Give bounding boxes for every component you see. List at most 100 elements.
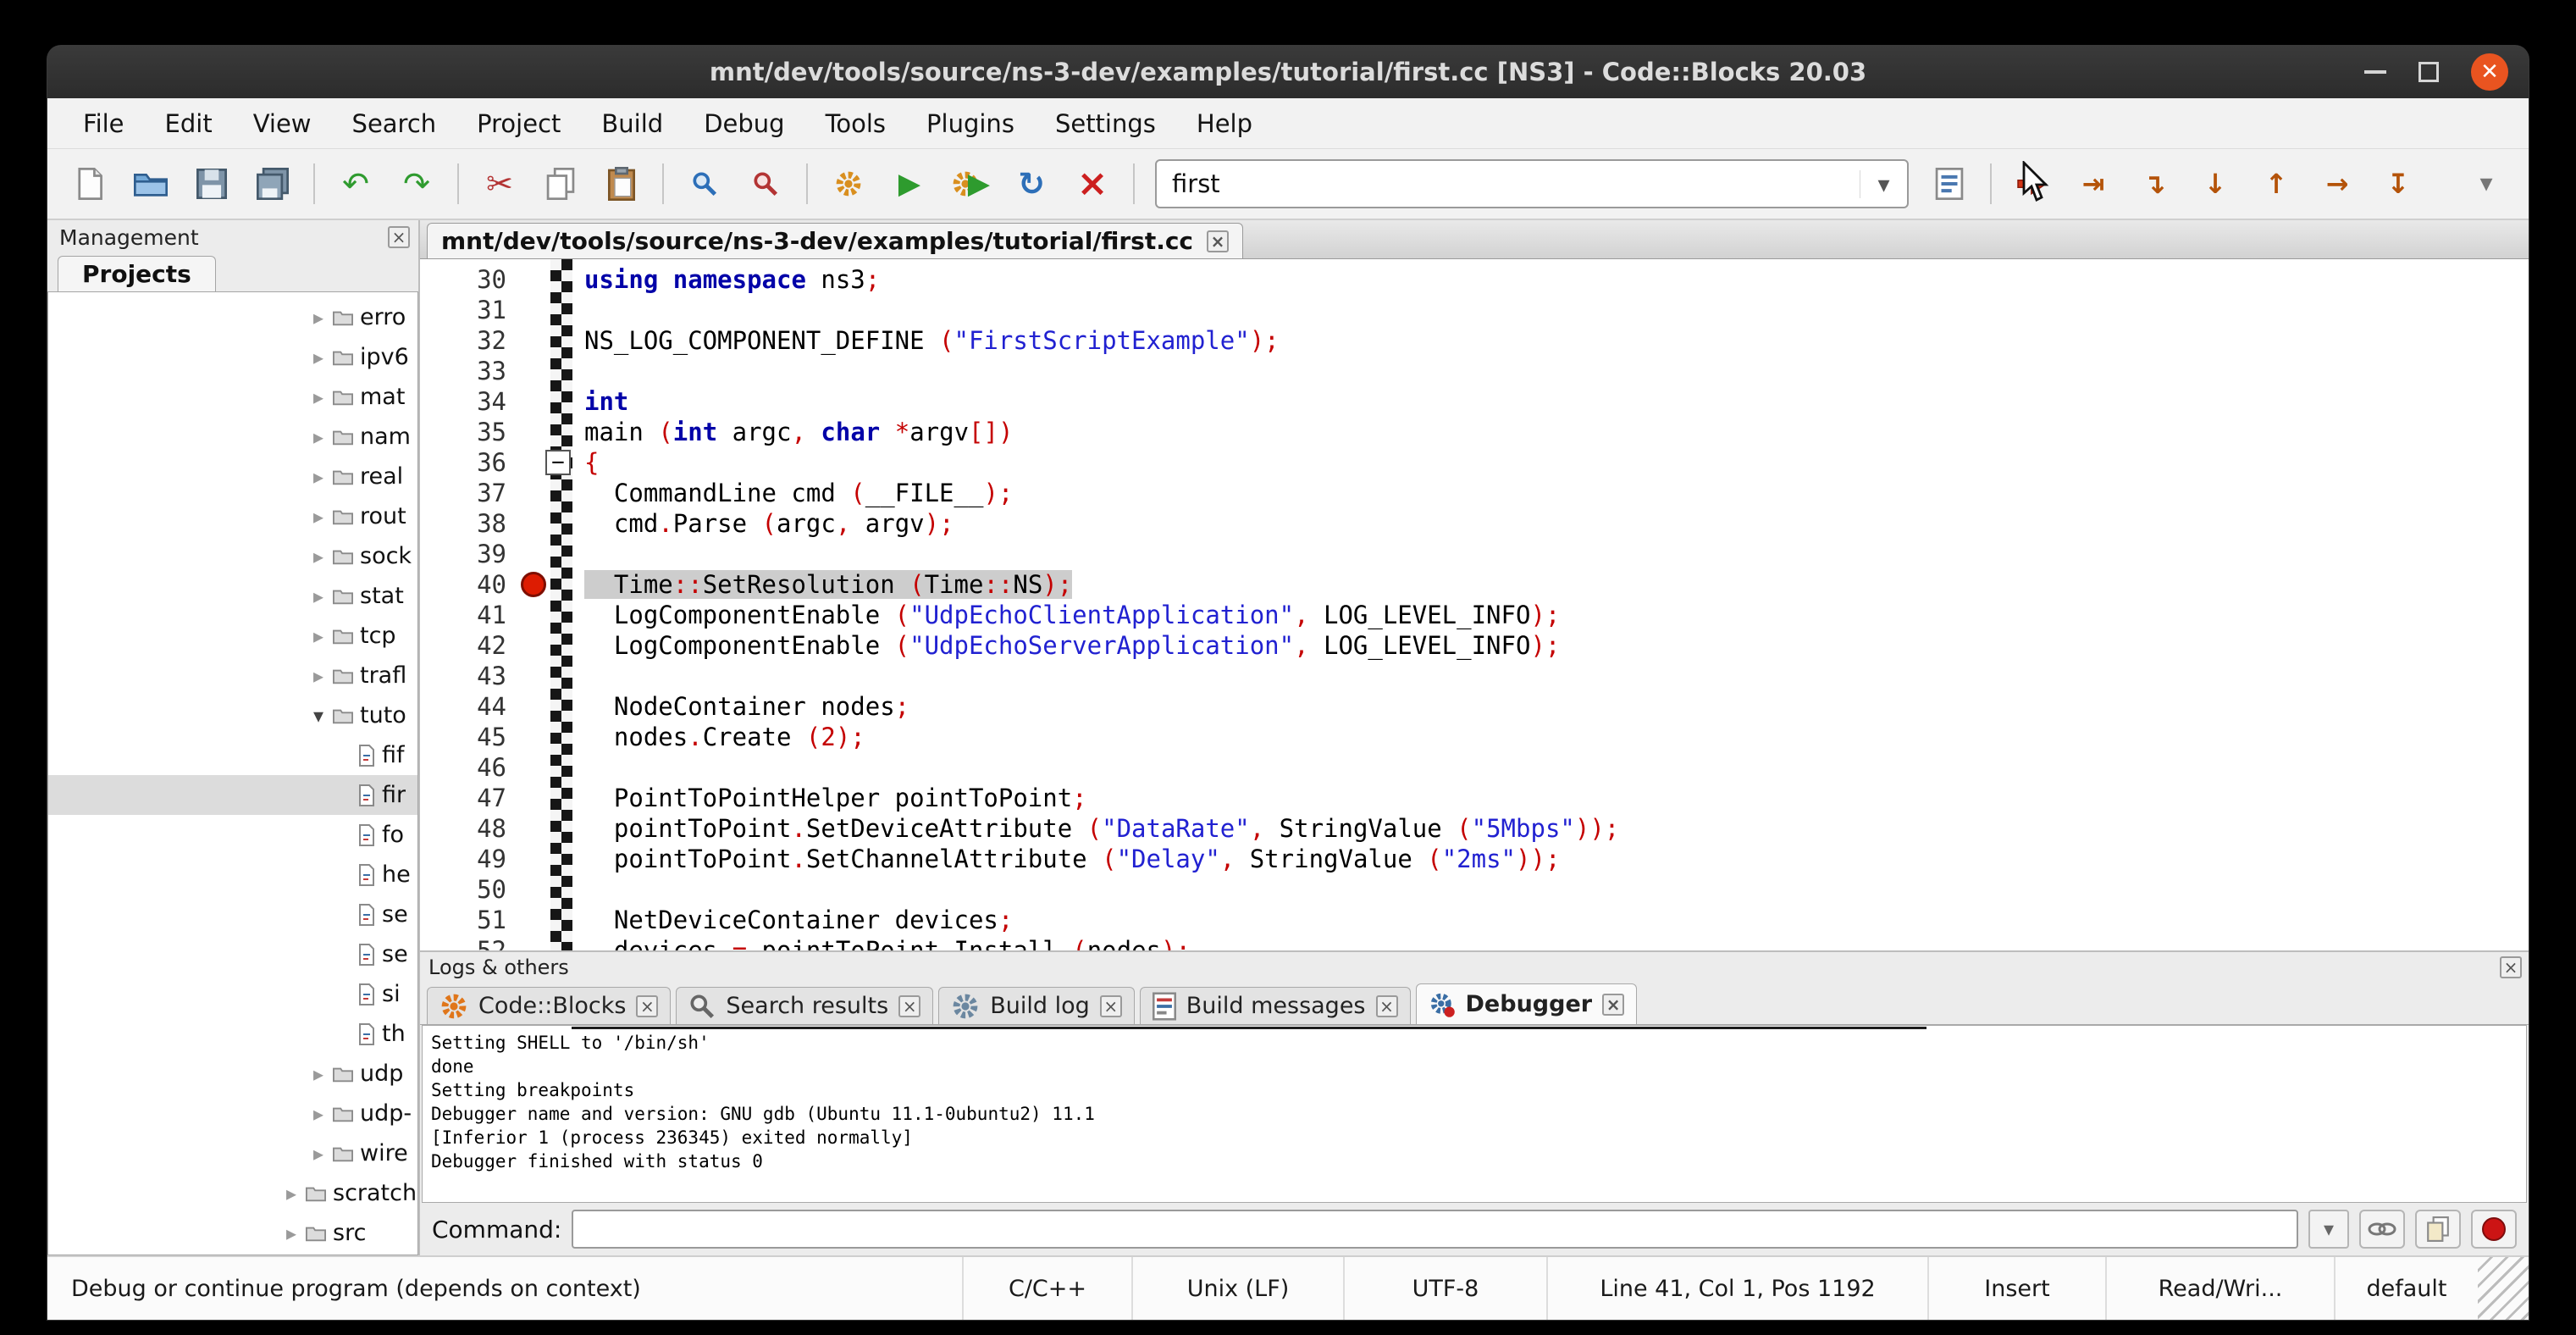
search-combo[interactable]: ▾ (1155, 159, 1909, 208)
code-line-34[interactable]: 34int (420, 386, 2529, 417)
breakpoint-margin[interactable] (517, 325, 550, 356)
line-number[interactable]: 51 (420, 905, 517, 935)
tree-item-mat-2[interactable]: ▸mat (48, 377, 417, 417)
breakpoint-margin[interactable] (517, 569, 550, 600)
chevron-right-icon[interactable]: ▸ (304, 584, 333, 608)
tree-item-sock-6[interactable]: ▸sock (48, 536, 417, 576)
line-number[interactable]: 43 (420, 661, 517, 691)
code-line-35[interactable]: 35main (int argc, char *argv[]) (420, 417, 2529, 447)
line-number[interactable]: 44 (420, 691, 517, 722)
chevron-right-icon[interactable]: ▸ (304, 385, 333, 409)
search-input[interactable] (1157, 169, 1860, 198)
code-line-49[interactable]: 49 pointToPoint.SetChannelAttribute ("De… (420, 844, 2529, 874)
code-line-40[interactable]: 40 Time::SetResolution (Time::NS); (420, 569, 2529, 600)
breakpoint-margin[interactable] (517, 844, 550, 874)
abort-build-button[interactable]: × (1062, 158, 1123, 209)
breakpoint-margin[interactable] (517, 905, 550, 935)
code-line-50[interactable]: 50 (420, 874, 2529, 905)
logs-tab-close-button[interactable]: × (636, 995, 658, 1017)
chevron-right-icon[interactable]: ▸ (304, 425, 333, 449)
tree-item-nam-3[interactable]: ▸nam (48, 417, 417, 457)
menu-search[interactable]: Search (332, 109, 457, 138)
line-number[interactable]: 48 (420, 813, 517, 844)
code-line-42[interactable]: 42 LogComponentEnable ("UdpEchoServerApp… (420, 630, 2529, 661)
breakpoint-margin[interactable] (517, 600, 550, 630)
line-number[interactable]: 47 (420, 783, 517, 813)
code-line-48[interactable]: 48 pointToPoint.SetDeviceAttribute ("Dat… (420, 813, 2529, 844)
code-line-41[interactable]: 41 LogComponentEnable ("UdpEchoClientApp… (420, 600, 2529, 630)
line-number[interactable]: 36 (420, 447, 517, 478)
menu-settings[interactable]: Settings (1035, 109, 1176, 138)
chevron-right-icon[interactable]: ▸ (304, 1102, 333, 1126)
breakpoint-margin[interactable] (517, 722, 550, 752)
code-line-39[interactable]: 39 (420, 539, 2529, 569)
find-in-files-button[interactable] (735, 158, 796, 209)
code-line-47[interactable]: 47 PointToPointHelper pointToPoint; (420, 783, 2529, 813)
open-button[interactable] (120, 158, 181, 209)
build-button[interactable] (818, 158, 879, 209)
step-into-instruction-button[interactable]: ↧ (2368, 158, 2429, 209)
line-number[interactable]: 45 (420, 722, 517, 752)
breakpoint-margin[interactable] (517, 752, 550, 783)
code-line-36[interactable]: 36{ (420, 447, 2529, 478)
command-input[interactable] (572, 1210, 2298, 1249)
menu-project[interactable]: Project (456, 109, 581, 138)
line-number[interactable]: 37 (420, 478, 517, 508)
code-line-43[interactable]: 43 (420, 661, 2529, 691)
line-number[interactable]: 35 (420, 417, 517, 447)
chevron-right-icon[interactable]: ▸ (304, 1062, 333, 1086)
fold-marker[interactable]: − (545, 450, 571, 475)
management-close-button[interactable]: × (388, 226, 410, 248)
close-button[interactable]: ✕ (2471, 53, 2508, 91)
next-line-button[interactable]: ↴ (2124, 158, 2185, 209)
tree-item-erro-0[interactable]: ▸erro (48, 297, 417, 337)
tree-item-ipv6-1[interactable]: ▸ipv6 (48, 337, 417, 377)
build-and-run-button[interactable]: ▶ (940, 158, 1001, 209)
code-line-37[interactable]: 37 CommandLine cmd (__FILE__); (420, 478, 2529, 508)
code-line-33[interactable]: 33 (420, 356, 2529, 386)
tree-item-udp-19[interactable]: ▸udp (48, 1054, 417, 1094)
chevron-right-icon[interactable]: ▸ (304, 505, 333, 529)
code-editor[interactable]: − 30using namespace ns3;3132NS_LOG_COMPO… (420, 259, 2529, 950)
breakpoint-margin[interactable] (517, 935, 550, 950)
tree-item-fir-12[interactable]: fir (48, 775, 417, 815)
chevron-down-icon[interactable]: ▾ (304, 704, 333, 728)
breakpoint-margin[interactable] (517, 386, 550, 417)
breakpoint-margin[interactable] (517, 874, 550, 905)
step-out-button[interactable]: ↑ (2246, 158, 2307, 209)
rebuild-button[interactable]: ↻ (1001, 158, 1062, 209)
menu-build[interactable]: Build (581, 109, 683, 138)
logs-tab-build-messages[interactable]: Build messages× (1140, 987, 1411, 1024)
line-number[interactable]: 32 (420, 325, 517, 356)
line-number[interactable]: 42 (420, 630, 517, 661)
line-number[interactable]: 50 (420, 874, 517, 905)
resize-grip[interactable] (2478, 1257, 2529, 1320)
tree-item-stat-7[interactable]: ▸stat (48, 576, 417, 616)
editor-tab-close-button[interactable]: × (1207, 230, 1229, 252)
redo-button[interactable]: ↷ (386, 158, 447, 209)
chevron-right-icon[interactable]: ▸ (304, 664, 333, 688)
menu-tools[interactable]: Tools (805, 109, 906, 138)
logs-close-button[interactable]: × (2500, 956, 2522, 978)
stop-debugger-button[interactable] (2471, 1210, 2517, 1249)
debugger-output[interactable]: Setting SHELL to '/bin/sh'doneSetting br… (422, 1025, 2527, 1203)
chevron-right-icon[interactable]: ▸ (277, 1182, 306, 1205)
menu-help[interactable]: Help (1176, 109, 1273, 138)
run-button[interactable]: ▶ (879, 158, 940, 209)
chevron-right-icon[interactable]: ▸ (304, 624, 333, 648)
breakpoint-margin[interactable] (517, 264, 550, 295)
logs-tab-search-results[interactable]: Search results× (676, 987, 933, 1024)
logs-tab-close-button[interactable]: × (1100, 995, 1122, 1017)
line-number[interactable]: 30 (420, 264, 517, 295)
menu-view[interactable]: View (233, 109, 332, 138)
code-line-30[interactable]: 30using namespace ns3; (420, 264, 2529, 295)
tree-item-fo-13[interactable]: fo (48, 815, 417, 855)
tree-item-trafl-9[interactable]: ▸trafl (48, 656, 417, 695)
code-line-46[interactable]: 46 (420, 752, 2529, 783)
chevron-right-icon[interactable]: ▸ (304, 346, 333, 369)
next-instruction-button[interactable]: → (2307, 158, 2368, 209)
breakpoint-margin[interactable] (517, 691, 550, 722)
chevron-right-icon[interactable]: ▸ (304, 306, 333, 330)
code-line-31[interactable]: 31 (420, 295, 2529, 325)
breakpoint-margin[interactable] (517, 539, 550, 569)
